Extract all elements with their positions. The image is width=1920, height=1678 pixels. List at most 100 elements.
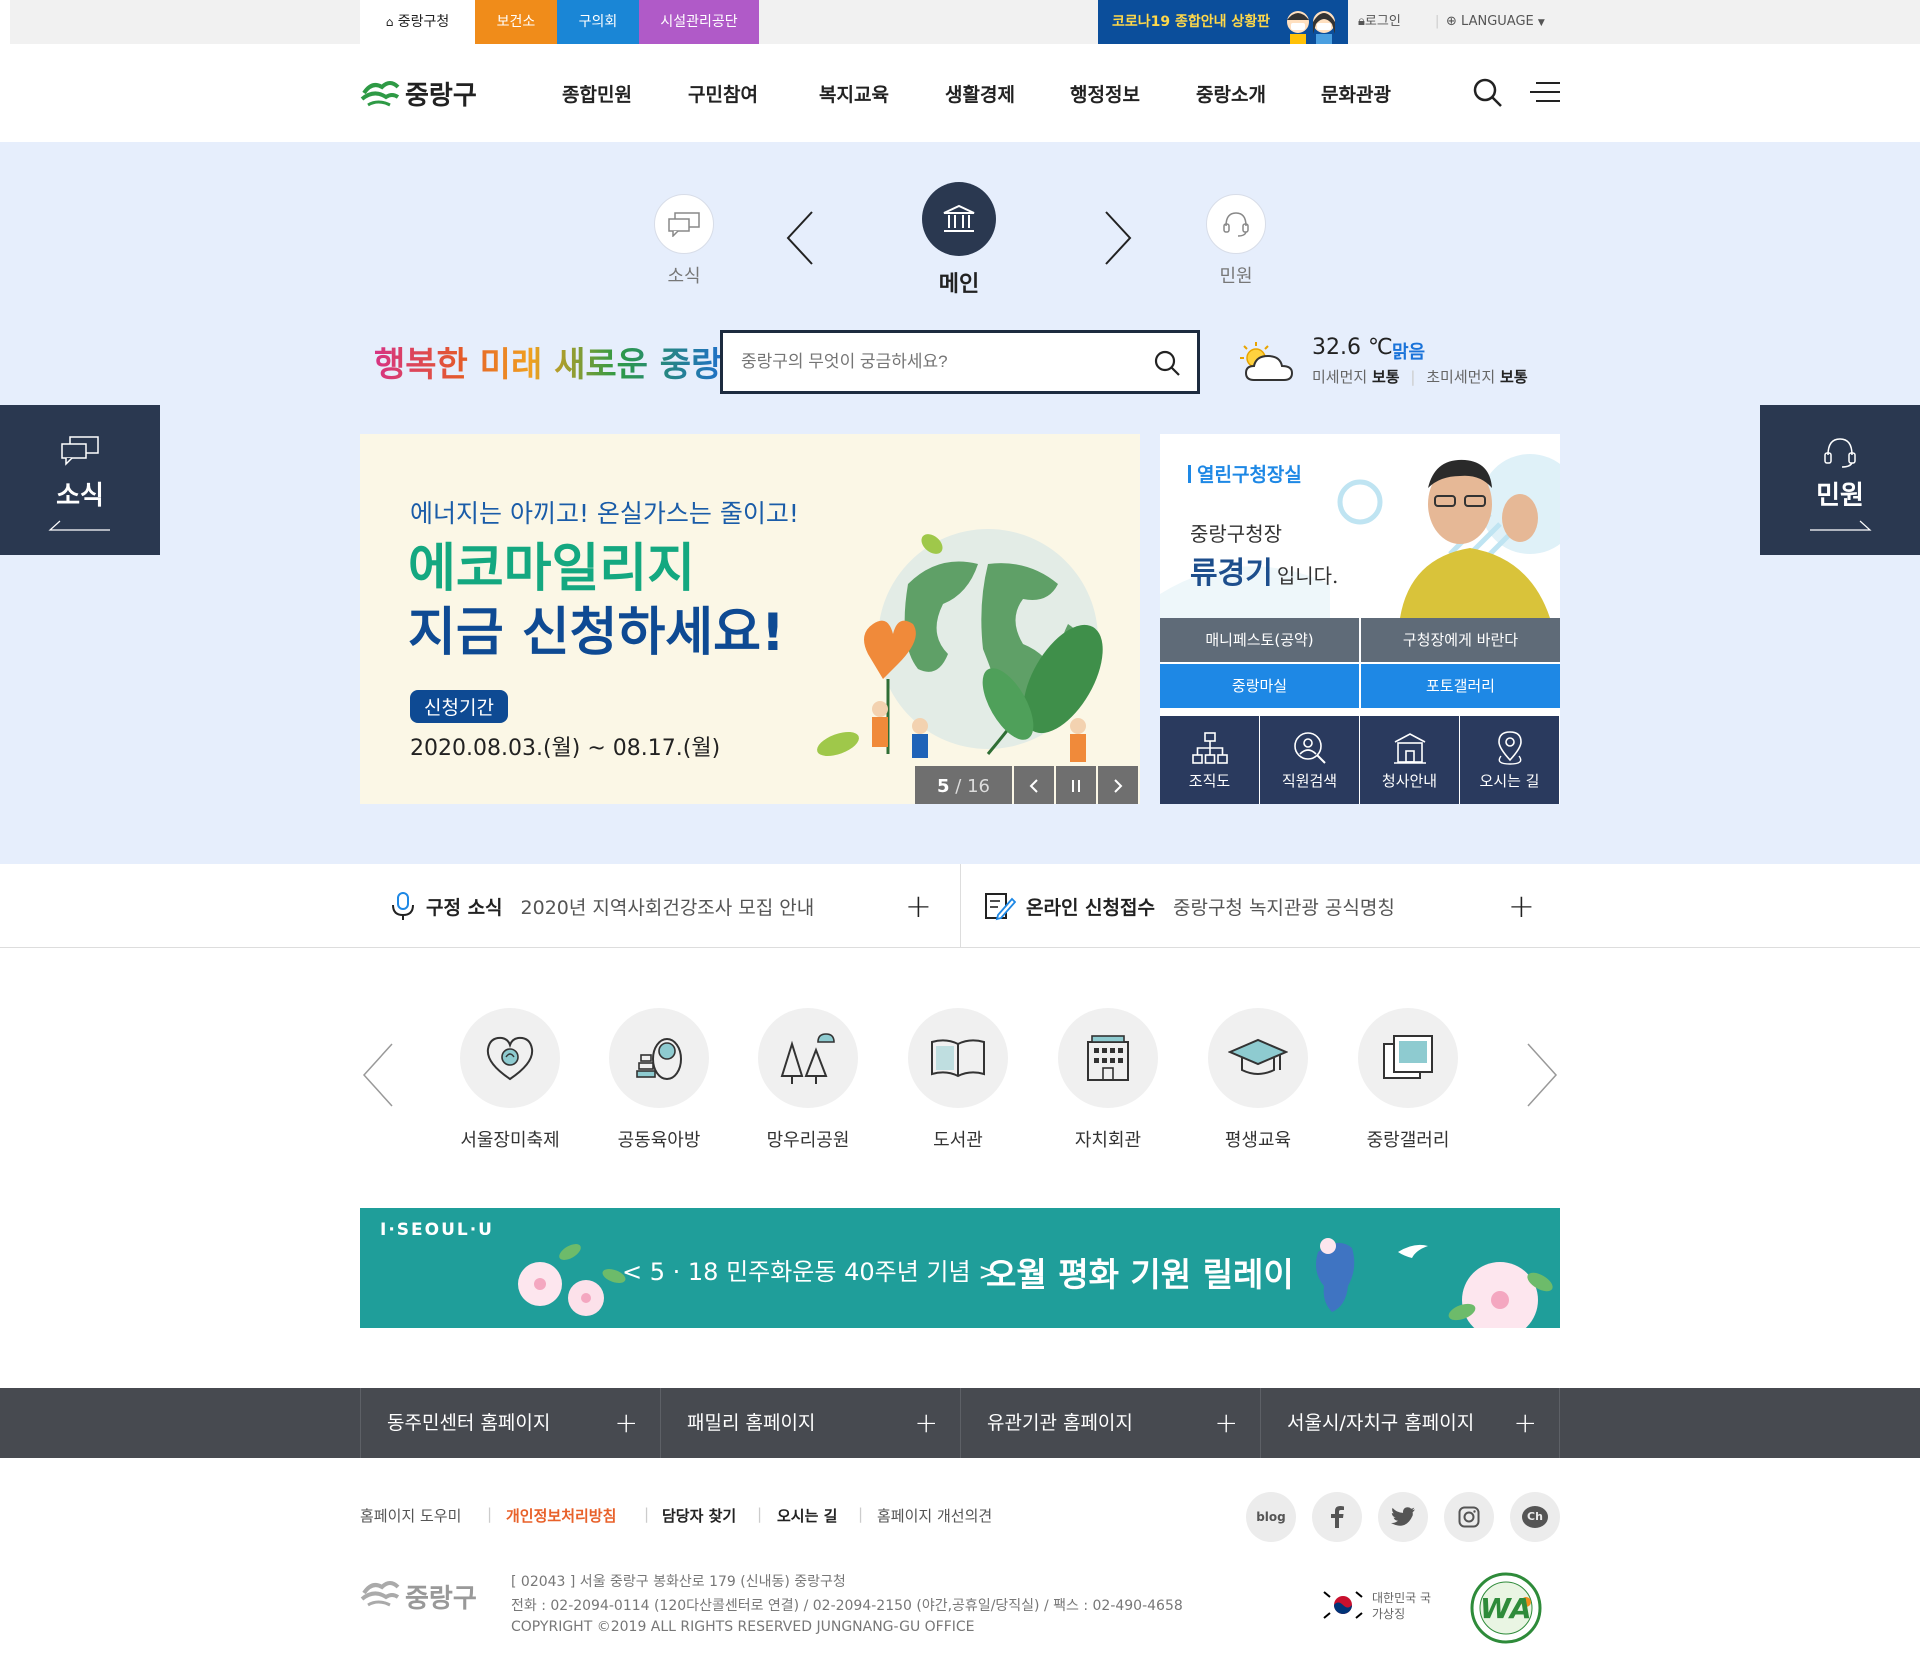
tab-facility[interactable]: 시설관리공단 (639, 0, 759, 44)
facebook-icon[interactable] (1312, 1492, 1362, 1542)
korea-emblem-label: 대한민국 국가상징 (1372, 1591, 1432, 1621)
gnb-about[interactable]: 중랑소개 (1196, 80, 1266, 107)
photo-gallery-button[interactable]: 포토갤러리 (1361, 664, 1560, 708)
related-seoul-sites[interactable]: 서울시/자치구 홈페이지 + (1260, 1388, 1560, 1458)
arrow-left-icon (48, 520, 110, 531)
earth-illustration (817, 529, 1103, 762)
service-lifelong-education[interactable]: 평생교육 (1193, 1008, 1323, 1152)
footer-link-help[interactable]: 홈페이지 도우미 (360, 1505, 461, 1526)
plus-icon: + (1214, 1406, 1238, 1439)
gnb-economy[interactable]: 생활경제 (945, 80, 1015, 107)
baby-icon (609, 1008, 709, 1108)
online-application[interactable]: 온라인 신청접수 중랑구청 녹지관광 공식명칭 + (984, 864, 1544, 948)
footer-logo-text: 중랑구 (405, 1584, 477, 1614)
footer-divider: | (487, 1505, 493, 1523)
category-civil[interactable]: 민원 (1204, 194, 1268, 288)
login-link[interactable]: 🔒︎로그인 (1358, 0, 1401, 44)
plus-icon[interactable]: + (1508, 887, 1535, 925)
footer-link-feedback[interactable]: 홈페이지 개선의견 (877, 1505, 992, 1526)
service-rose-festival[interactable]: 서울장미축제 (445, 1008, 575, 1152)
banner-prev-button[interactable] (1014, 766, 1054, 804)
gnb-civil-service[interactable]: 종합민원 (562, 80, 632, 107)
map-pin-icon (1497, 731, 1522, 765)
caret-down-icon: ▼ (1537, 18, 1545, 28)
plus-icon: + (614, 1406, 638, 1439)
service-gallery[interactable]: 중랑갤러리 (1343, 1008, 1473, 1152)
footer-link-find-staff[interactable]: 담당자 찾기 (662, 1505, 736, 1526)
search-submit-icon[interactable] (1153, 349, 1181, 377)
footer-divider: | (644, 1505, 650, 1523)
tab-council[interactable]: 구의회 (557, 0, 639, 44)
person-search-icon (1293, 732, 1326, 764)
news-bar: 구정 소식 2020년 지역사회건강조사 모집 안내 + 온라인 신청접수 중랑… (0, 864, 1920, 948)
quick-building-guide[interactable]: 청사안내 (1360, 716, 1459, 804)
related-community-center[interactable]: 동주민센터 홈페이지 + (360, 1388, 660, 1458)
side-tab-civil[interactable]: 민원 (1760, 405, 1920, 555)
footer-link-privacy[interactable]: 개인정보처리방침 (506, 1505, 616, 1526)
manifesto-button[interactable]: 매니페스토(공약) (1160, 618, 1359, 662)
chevron-right-icon[interactable] (1524, 1042, 1560, 1108)
hero-section: 소식 메인 민원 행복한 미래 새로운 중랑 32.6 ℃ 맑음 미세먼지 보통… (0, 142, 1920, 864)
footer-link-directions[interactable]: 오시는 길 (777, 1505, 837, 1526)
chevron-right-icon[interactable] (1102, 208, 1134, 268)
weather-condition: 맑음 (1392, 342, 1426, 363)
category-main[interactable]: 메인 (922, 182, 996, 298)
jungnang-masil-button[interactable]: 중랑마실 (1160, 664, 1359, 708)
footer-copyright: COPYRIGHT ©2019 ALL RIGHTS RESERVED JUNG… (511, 1619, 975, 1635)
seoul-518-banner[interactable]: I·SEOUL·U < 5 · 18 민주화운동 40주년 기념 > 오월 평화… (360, 1208, 1560, 1328)
logo-text[interactable]: 중랑구 (405, 75, 477, 112)
related-agency-sites[interactable]: 유관기관 홈페이지 + (960, 1388, 1260, 1458)
chevron-left-icon[interactable] (784, 208, 816, 268)
related-family-sites[interactable]: 패밀리 홈페이지 + (660, 1388, 960, 1458)
wish-to-mayor-button[interactable]: 구청장에게 바란다 (1361, 618, 1560, 662)
district-news[interactable]: 구정 소식 2020년 지역사회건강조사 모집 안내 + (390, 864, 932, 948)
menu-icon[interactable] (1530, 80, 1560, 104)
rose-heart-icon (460, 1008, 560, 1108)
blog-icon[interactable]: blog (1246, 1492, 1296, 1542)
kakao-channel-icon[interactable]: Ch (1510, 1492, 1560, 1542)
plus-icon[interactable]: + (905, 887, 932, 925)
footer-address: [ 02043 ] 서울 중랑구 봉화산로 179 (신내동) 중랑구청 (511, 1574, 846, 1590)
weather-dust: 미세먼지 보통 | 초미세먼지 보통 (1312, 368, 1528, 386)
gnb-culture[interactable]: 문화관광 (1321, 80, 1391, 107)
footer-phone: 전화 : 02-2094-0114 (120다산콜센터로 연결) / 02-20… (511, 1598, 1183, 1614)
mayor-intro: 중랑구청장 (1190, 522, 1282, 546)
mayor-name-line: 류경기 입니다. (1190, 556, 1339, 591)
category-news[interactable]: 소식 (652, 194, 716, 288)
pause-icon (1072, 780, 1080, 792)
mayor-title: 열린구청장실 (1188, 460, 1302, 487)
tab-jungnang[interactable]: ⌂ 중랑구청 (360, 0, 475, 44)
news-divider (960, 864, 961, 948)
seoul-title: 오월 평화 기원 릴레이 (986, 1255, 1294, 1294)
chevron-left-icon (1029, 779, 1038, 793)
quick-staff-search[interactable]: 직원검색 (1260, 716, 1359, 804)
service-childcare[interactable]: 공동육아방 (594, 1008, 724, 1152)
quick-directions[interactable]: 오시는 길 (1460, 716, 1559, 804)
gnb-welfare[interactable]: 복지교육 (819, 80, 889, 107)
chevron-left-icon[interactable] (360, 1042, 396, 1108)
corona-banner-link[interactable]: 코로나19 종합안내 상황판 (1098, 0, 1348, 44)
side-tab-news[interactable]: 소식 (0, 405, 160, 555)
search-input[interactable] (723, 333, 1123, 391)
service-mangu-park[interactable]: 망우리공원 (743, 1008, 873, 1152)
service-library[interactable]: 도서관 (893, 1008, 1023, 1152)
partly-cloudy-icon (1240, 342, 1294, 381)
instagram-icon[interactable] (1444, 1492, 1494, 1542)
banner-pause-button[interactable] (1056, 766, 1096, 804)
chat-icon (654, 194, 714, 254)
microphone-icon (392, 892, 414, 920)
twitter-icon[interactable] (1378, 1492, 1428, 1542)
tab-health-center[interactable]: 보건소 (475, 0, 557, 44)
banner-controls: 5 / 16 (915, 766, 1140, 804)
building-icon (1393, 733, 1426, 764)
service-community-hall[interactable]: 자치회관 (1043, 1008, 1173, 1152)
quick-org-chart[interactable]: 조직도 (1160, 716, 1259, 804)
government-building-icon (922, 182, 996, 256)
language-select[interactable]: ⊕ LANGUAGE ▼ (1446, 0, 1545, 44)
main-banner[interactable]: 에너지는 아끼고! 온실가스는 줄이고! 에코마일리지 지금 신청하세요! 신청… (360, 434, 1140, 804)
search-icon[interactable] (1472, 77, 1504, 109)
footer-logo-icon (360, 1581, 400, 1607)
gnb-admin-info[interactable]: 행정정보 (1070, 80, 1140, 107)
banner-next-button[interactable] (1098, 766, 1138, 804)
gnb-participation[interactable]: 구민참여 (688, 80, 758, 107)
